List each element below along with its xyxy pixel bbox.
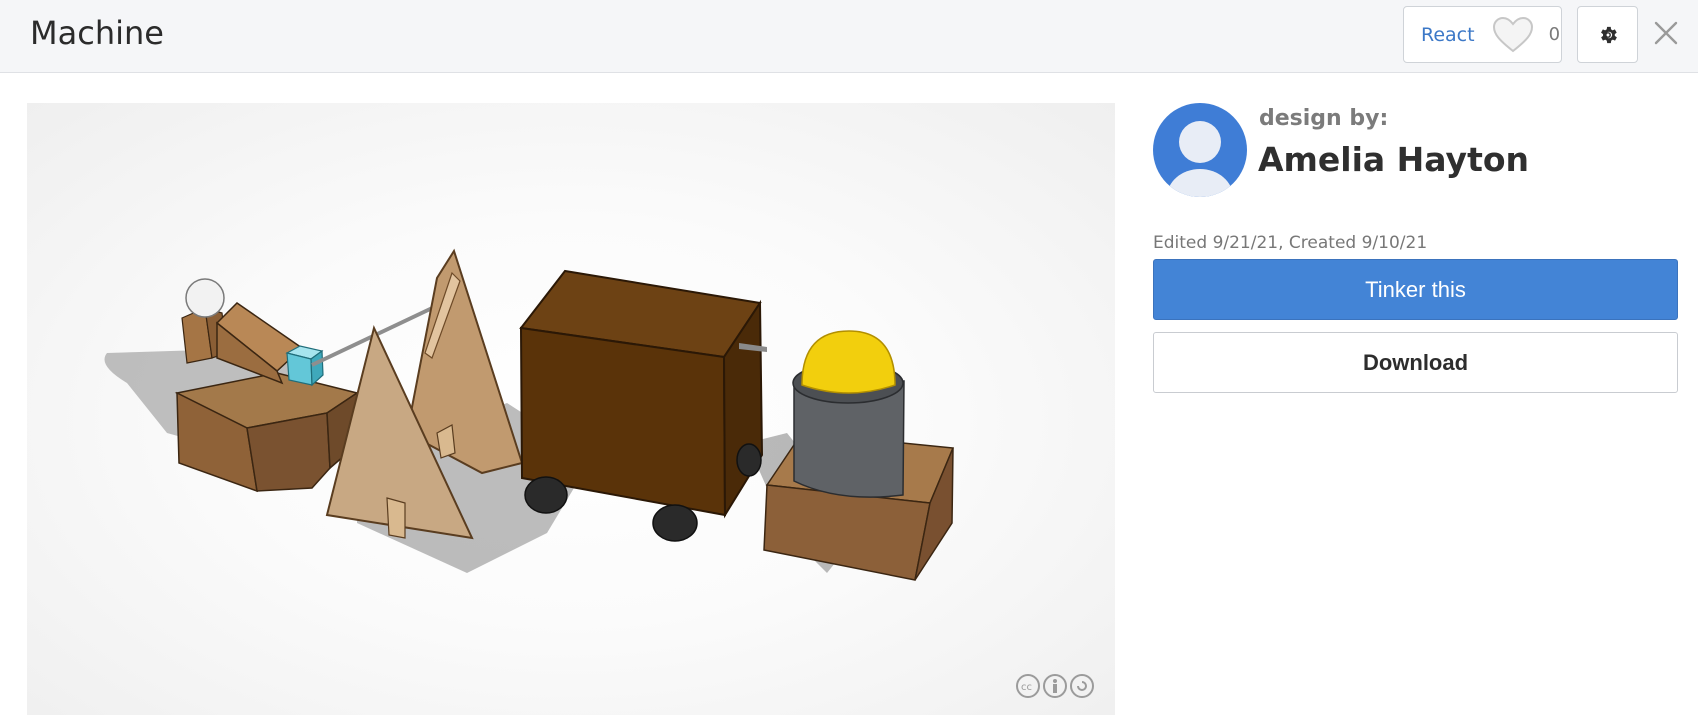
tinker-this-button[interactable]: Tinker this [1153,259,1678,320]
react-label: React [1421,23,1475,46]
creative-commons-icon: cc [1015,673,1095,699]
avatar[interactable] [1153,103,1247,197]
page-title: Machine [30,14,164,52]
top-bar: Machine React 0 [0,0,1698,73]
blue-cube [285,345,324,387]
design-by-label: design by: [1259,106,1389,131]
edited-created-dates: Edited 9/21/21, Created 9/10/21 [1153,233,1428,253]
react-button[interactable]: React 0 [1403,6,1562,63]
user-icon [1167,121,1233,197]
settings-button[interactable] [1577,6,1638,63]
left-block [174,372,360,493]
download-button[interactable]: Download [1153,332,1678,393]
design-render [104,248,955,581]
heart-icon [1492,16,1533,52]
dome-block [763,330,955,581]
design-preview[interactable]: cc [27,103,1115,715]
react-count: 0 [1548,24,1561,45]
cart [519,269,767,542]
svg-text:cc: cc [1021,682,1032,693]
gear-icon [1600,26,1617,43]
close-icon[interactable] [1651,18,1681,48]
author-name[interactable]: Amelia Hayton [1258,140,1529,179]
